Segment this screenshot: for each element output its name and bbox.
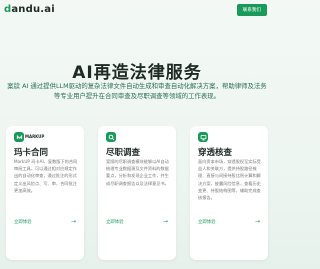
- monitor-icon: [198, 132, 208, 142]
- card-description: MarkUP 玛卡AI，复数版下的合同审阅工具，可以通过相对应规定作出的自动化审…: [14, 159, 78, 193]
- product-card-penetration-check[interactable]: 穿透核查 面向资本市场，穿透股权至实际受益人和关联方，提供持股路径梳理、直接与间…: [190, 126, 268, 260]
- markup-logo-icon: [14, 132, 24, 142]
- arrow-right-icon[interactable]: →: [255, 218, 260, 225]
- product-card-due-diligence[interactable]: 尽职调查 案牍的尽职调查模块能够以AI自动梳理专业数据源及文件资料的数据要点，分…: [98, 126, 176, 260]
- hero-title: AI再造法律服务: [72, 63, 202, 83]
- card-description: 面向资本市场，穿透股权至实际受益人和关联方，提供持股路径梳理、直接与间接持股比例…: [198, 159, 261, 201]
- product-card-markup[interactable]: MARKUP 玛卡合同 MarkUP 玛卡AI，复数版下的合同审阅工具，可以通过…: [6, 126, 84, 260]
- try-now-link[interactable]: 立即体验: [106, 219, 124, 225]
- logo[interactable]: dandu.ai: [4, 4, 55, 15]
- contact-button[interactable]: 联系我们: [236, 4, 267, 16]
- logo-text: andu.ai: [11, 4, 55, 15]
- arrow-right-icon[interactable]: →: [163, 218, 168, 225]
- card-title: 玛卡合同: [14, 148, 49, 158]
- hero-description: 案牍 AI 通过提供LLM驱动的复杂法律文件自动生成和审查自动化解决方案，帮助律…: [7, 82, 267, 100]
- site-header: dandu.ai 联系我们: [0, 0, 274, 20]
- try-now-link[interactable]: 立即体验: [198, 219, 216, 225]
- search-icon: [106, 132, 116, 142]
- arrow-right-icon[interactable]: →: [71, 218, 76, 225]
- card-brand: MARKUP: [25, 134, 45, 139]
- card-title: 穿透核查: [198, 148, 233, 158]
- card-title: 尽职调查: [106, 148, 141, 158]
- try-now-link[interactable]: 立即体验: [14, 219, 32, 225]
- card-description: 案牍的尽职调查模块能够以AI自动梳理专业数据源及文件资料的数据要点，分析和发现企…: [106, 159, 169, 186]
